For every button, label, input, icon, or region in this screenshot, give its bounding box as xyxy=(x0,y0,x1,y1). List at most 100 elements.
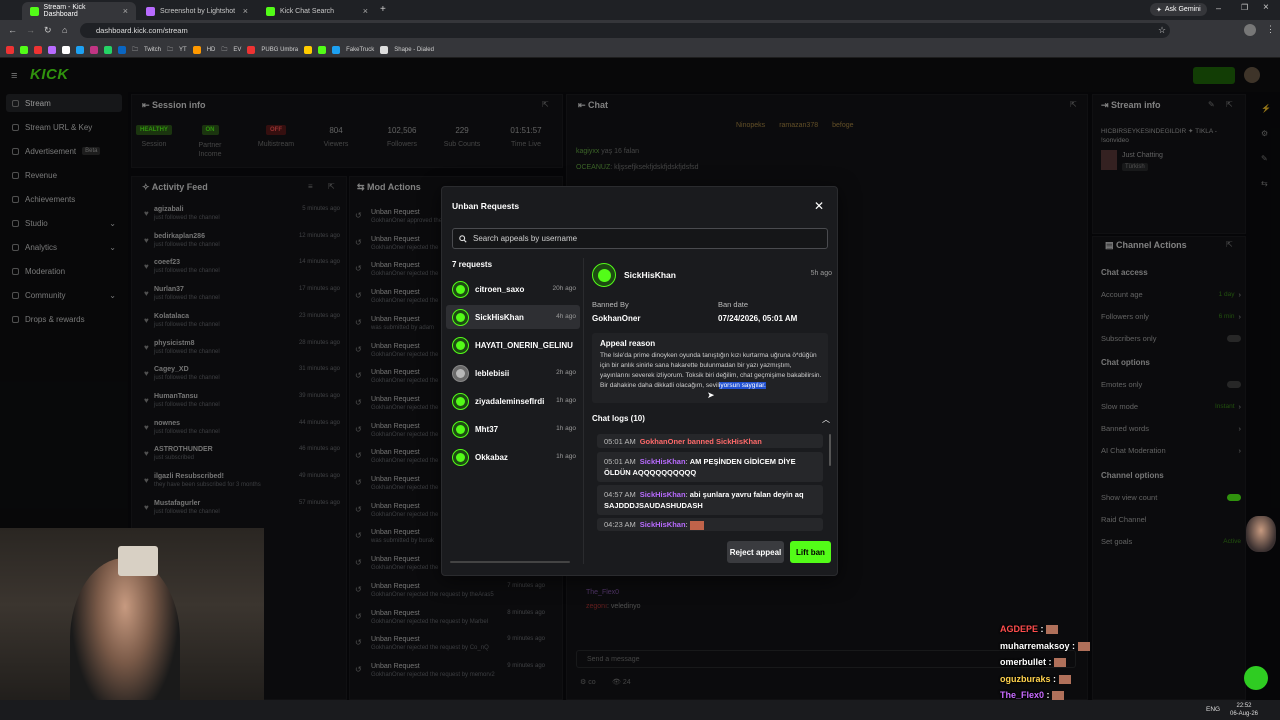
chat-log-entry: 05:01 AM SickHisKhan: AM PEŞİNDEN GİDİCEM… xyxy=(597,452,823,482)
unban-request-row[interactable]: ziyadaleminseflrdir 1h ago xyxy=(446,389,580,413)
browser-tab-lightshot[interactable]: Screenshot by Lightshot × xyxy=(138,2,256,20)
bookmark-icon[interactable] xyxy=(104,45,112,54)
request-avatar xyxy=(452,448,469,466)
bookmark-icon[interactable] xyxy=(76,45,84,54)
taskbar xyxy=(0,700,1280,720)
ask-gemini-button[interactable]: ✦ Ask Gemini xyxy=(1150,3,1207,16)
streamer-silhouette xyxy=(70,558,180,720)
reject-appeal-button[interactable]: Reject appeal xyxy=(727,541,784,563)
appeal-reason-title: Appeal reason xyxy=(600,339,656,348)
chat-logs-title[interactable]: Chat logs (10) xyxy=(592,414,645,423)
request-list-scrollbar[interactable] xyxy=(450,561,570,563)
chat-logs-scrollbar[interactable] xyxy=(829,434,831,466)
unban-request-row[interactable]: HAYATI_ONERIN_GELINU xyxy=(446,333,580,357)
close-tab-icon[interactable]: × xyxy=(243,6,248,16)
overlay-chat-line: oguzburaks : xyxy=(1000,674,1071,684)
kick-favicon-icon xyxy=(266,6,275,16)
search-appeals-field[interactable] xyxy=(452,228,828,249)
background-shelf xyxy=(118,546,158,576)
emote-icon xyxy=(689,520,704,530)
browser-tab-kick-chat-search[interactable]: Kick Chat Search × xyxy=(258,2,376,20)
bookmark-icon[interactable] xyxy=(247,45,256,54)
close-tab-icon[interactable]: × xyxy=(123,6,128,16)
detail-username[interactable]: SickHisKhan xyxy=(624,270,676,280)
unban-request-row[interactable]: Okkabaz 1h ago xyxy=(446,445,580,469)
unban-request-row[interactable]: citroen_saxo 20h ago xyxy=(446,277,580,301)
bookmark-icon[interactable] xyxy=(20,45,28,54)
close-window-icon[interactable]: × xyxy=(1263,2,1269,13)
new-tab-button[interactable]: + xyxy=(380,4,386,15)
bookmark-icon[interactable] xyxy=(6,45,14,54)
lift-ban-button[interactable]: Lift ban xyxy=(790,541,831,563)
overlay-chat-username: muharremaksoy xyxy=(1000,640,1070,651)
request-avatar xyxy=(452,308,469,326)
browser-menu-icon[interactable]: ⋮ xyxy=(1266,24,1275,35)
emote-icon xyxy=(1054,658,1067,668)
request-count: 7 requests xyxy=(452,260,493,269)
bookmark-icon[interactable] xyxy=(332,45,341,54)
request-time: 4h ago xyxy=(556,313,576,320)
request-username: Mht37 xyxy=(475,424,499,434)
modal-divider xyxy=(583,258,584,564)
emote-icon xyxy=(1077,641,1090,651)
bookmark-icon[interactable] xyxy=(34,45,42,54)
request-username: SickHisKhan xyxy=(475,312,524,322)
request-username: ziyadaleminseflrdir xyxy=(475,396,544,406)
bookmark-shape-dialed[interactable]: Shape - Dialed xyxy=(394,47,434,53)
request-avatar xyxy=(452,364,469,382)
bookmark-hd[interactable]: HD xyxy=(207,47,216,53)
request-time: 20h ago xyxy=(552,285,577,292)
request-username: leblebisii xyxy=(475,368,510,378)
bookmark-icon[interactable] xyxy=(380,45,389,54)
detail-avatar xyxy=(592,263,616,287)
profile-avatar[interactable] xyxy=(1244,24,1256,36)
modal-title: Unban Requests xyxy=(452,201,520,211)
emote-icon xyxy=(1046,625,1059,635)
close-tab-icon[interactable]: × xyxy=(363,6,368,16)
ban-date-label: Ban date xyxy=(718,300,749,309)
bookmark-icon[interactable] xyxy=(304,45,313,54)
unban-request-row[interactable]: Mht37 1h ago xyxy=(446,417,580,441)
taskbar-clock[interactable]: 22:52 06-Aug-26 xyxy=(1230,702,1258,718)
bookmark-icon[interactable] xyxy=(192,45,201,54)
bookmark-icon[interactable] xyxy=(318,45,327,54)
bookmark-icon[interactable] xyxy=(62,45,70,54)
chevron-up-icon[interactable]: ︿ xyxy=(822,414,830,425)
url-field[interactable]: dashboard.kick.com/stream xyxy=(80,23,1170,38)
maximize-window-icon[interactable]: ❐ xyxy=(1241,3,1248,12)
webcam-overlay xyxy=(0,528,264,720)
floating-green-button[interactable] xyxy=(1244,666,1268,690)
unban-request-row[interactable]: SickHisKhan 4h ago xyxy=(446,305,580,329)
bookmark-icon[interactable] xyxy=(118,45,126,54)
ban-date-value: 07/24/2026, 05:01 AM xyxy=(718,314,798,323)
close-modal-icon[interactable]: ✕ xyxy=(812,199,826,213)
overlay-chat-username: omerbullet xyxy=(1000,657,1047,667)
gemini-sparkle-icon: ✦ xyxy=(1156,6,1162,14)
mouse-cursor-icon: ➤ xyxy=(707,390,715,400)
request-avatar xyxy=(452,392,469,410)
request-time: 2h ago xyxy=(556,369,576,376)
bookmark-pubg-umbra[interactable]: PUBG Umbra xyxy=(261,47,298,53)
taskbar-language[interactable]: ENG xyxy=(1206,706,1220,713)
bookmark-icon[interactable] xyxy=(90,45,98,54)
bookmark-ev[interactable]: EV xyxy=(233,47,241,53)
chat-log-entry: 05:01 AM GokhanOner banned SickHisKhan xyxy=(597,434,823,448)
back-arrow-icon[interactable]: ← xyxy=(8,25,17,35)
bookmark-star-icon[interactable]: ☆ xyxy=(1158,25,1166,36)
overlay-chat-line: omerbullet : xyxy=(1000,657,1067,668)
home-icon[interactable]: ⌂ xyxy=(62,25,67,35)
bookmark-folder-icon: 🗀 xyxy=(132,46,139,53)
search-appeals-input[interactable] xyxy=(471,233,815,244)
minimize-window-icon[interactable]: – xyxy=(1216,3,1221,13)
reload-icon[interactable]: ↻ xyxy=(44,25,52,36)
appeal-reason-text: The Isle'da prime dinoyken oyunda tanışt… xyxy=(600,352,822,389)
forward-arrow-icon[interactable]: → xyxy=(26,25,35,35)
bookmark-twitch[interactable]: Twitch xyxy=(144,47,161,53)
bookmark-faketruck[interactable]: FakeTruck xyxy=(346,47,374,53)
browser-tab-kick-dashboard[interactable]: Stream - Kick Dashboard × xyxy=(22,2,136,20)
bookmark-icon[interactable] xyxy=(48,45,56,54)
unban-request-row[interactable]: leblebisii 2h ago xyxy=(446,361,580,385)
request-avatar xyxy=(452,420,469,438)
detail-time: 5h ago xyxy=(810,270,832,277)
bookmark-yt[interactable]: YT xyxy=(179,47,187,53)
